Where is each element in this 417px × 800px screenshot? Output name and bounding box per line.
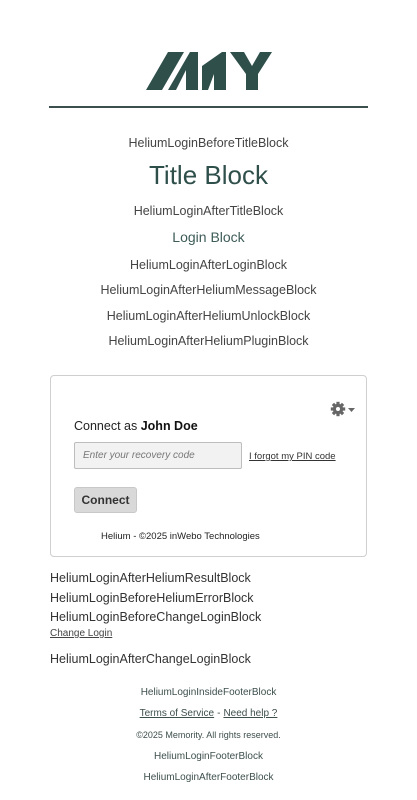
after-login-block: HeliumLoginAfterLoginBlock [129,258,288,272]
after-change-login-block: HeliumLoginAfterChangeLoginBlock [50,652,251,666]
after-footer-block: HeliumLoginAfterFooterBlock [143,772,274,783]
after-helium-unlock-block: HeliumLoginAfterHeliumUnlockBlock [106,309,311,323]
after-title-block: HeliumLoginAfterTitleBlock [133,204,284,218]
inside-footer-block: HeliumLoginInsideFooterBlock [140,687,277,698]
footer-links: Terms of Service - Need help ? [0,708,417,719]
header-divider [49,106,368,108]
connect-button[interactable]: Connect [74,487,137,513]
user-name: John Doe [140,419,198,433]
need-help-link[interactable]: Need help ? [223,708,277,719]
footer-separator: - [217,708,221,719]
footer-rights: ©2025 Memority. All rights reserved. [136,730,281,740]
after-helium-plugin-block: HeliumLoginAfterHeliumPluginBlock [108,334,309,348]
helium-copyright: Helium - ©2025 inWebo Technologies [101,531,260,542]
memority-logo [146,48,272,90]
after-helium-result-block: HeliumLoginAfterHeliumResultBlock [50,571,251,585]
before-change-login-block: HeliumLoginBeforeChangeLoginBlock [50,610,262,624]
gear-icon[interactable] [330,401,358,419]
connect-as-label: Connect as John Doe [74,419,198,433]
forgot-pin-link[interactable]: I forgot my PIN code [249,451,336,462]
change-login-link[interactable]: Change Login [50,628,112,639]
login-block: Login Block [172,229,245,245]
terms-of-service-link[interactable]: Terms of Service [140,708,214,719]
connect-as-prefix: Connect as [74,419,138,433]
logo-mark [146,52,272,90]
footer-block: HeliumLoginFooterBlock [154,751,263,762]
before-helium-error-block: HeliumLoginBeforeHeliumErrorBlock [50,591,254,605]
after-helium-message-block: HeliumLoginAfterHeliumMessageBlock [100,283,317,297]
page-title: Title Block [149,160,268,190]
login-card: Connect as John Doe I forgot my PIN code… [50,375,367,557]
recovery-code-input[interactable] [74,442,242,469]
settings-dropdown-icon [330,401,355,417]
before-title-block: HeliumLoginBeforeTitleBlock [128,136,289,150]
